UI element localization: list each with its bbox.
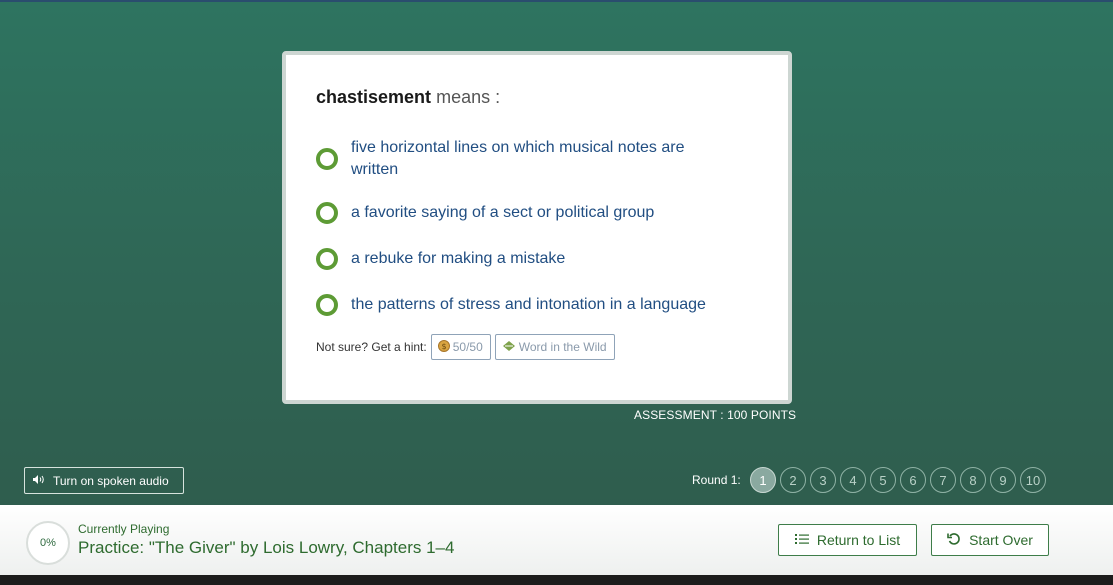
- answer-choice-label: a favorite saying of a sect or political…: [351, 204, 655, 221]
- answer-choice-4[interactable]: the patterns of stress and intonation in…: [316, 294, 736, 316]
- question-means: means :: [436, 87, 501, 107]
- word-in-the-wild-hint-button[interactable]: Word in the Wild: [494, 334, 615, 360]
- answer-choice-2[interactable]: a favorite saying of a sect or political…: [316, 202, 736, 224]
- fifty-fifty-hint-button[interactable]: $ 50/50: [430, 334, 491, 360]
- round-3-button[interactable]: 3: [810, 467, 836, 493]
- fifty-fifty-label: 50/50: [452, 340, 483, 354]
- start-over-label: Start Over: [969, 532, 1033, 548]
- radio-icon[interactable]: [316, 202, 338, 224]
- radio-icon[interactable]: [316, 248, 338, 270]
- speaker-icon: [32, 474, 45, 488]
- round-9-button[interactable]: 9: [990, 467, 1016, 493]
- word-in-the-wild-label: Word in the Wild: [518, 340, 607, 354]
- answer-choice-label: the patterns of stress and intonation in…: [351, 296, 706, 313]
- answer-choice-3[interactable]: a rebuke for making a mistake: [316, 248, 736, 270]
- round-10-button[interactable]: 10: [1020, 467, 1046, 493]
- round-1-button[interactable]: 1: [750, 467, 776, 493]
- restart-icon: [947, 532, 961, 549]
- round-7-button[interactable]: 7: [930, 467, 956, 493]
- round-2-button[interactable]: 2: [780, 467, 806, 493]
- top-border: [0, 0, 1113, 2]
- return-to-list-button[interactable]: Return to List: [778, 524, 917, 556]
- assessment-points: ASSESSMENT : 100 POINTS: [634, 408, 797, 422]
- radio-icon[interactable]: [316, 294, 338, 316]
- svg-text:$: $: [441, 342, 446, 351]
- list-icon: [794, 532, 809, 548]
- hint-row: Not sure? Get a hint: $ 50/50 Word in th…: [316, 334, 615, 360]
- round-selector: 1 2 3 4 5 6 7 8 9 10: [750, 467, 1050, 493]
- hint-prompt: Not sure? Get a hint:: [316, 340, 427, 354]
- spoken-audio-label: Turn on spoken audio: [53, 473, 169, 488]
- progress-ring: 0%: [26, 521, 70, 565]
- progress-percent: 0%: [40, 537, 56, 549]
- coin-icon: $: [437, 339, 450, 355]
- spoken-audio-button[interactable]: Turn on spoken audio: [24, 467, 184, 494]
- currently-playing-label: Currently Playing: [78, 522, 170, 536]
- return-to-list-label: Return to List: [816, 532, 901, 548]
- round-8-button[interactable]: 8: [960, 467, 986, 493]
- round-6-button[interactable]: 6: [900, 467, 926, 493]
- question-card: chastisement means : five horizontal lin…: [282, 51, 792, 404]
- round-4-button[interactable]: 4: [840, 467, 866, 493]
- question-word: chastisement: [316, 87, 432, 107]
- answer-choice-label: a rebuke for making a mistake: [351, 250, 566, 267]
- round-label: Round 1:: [692, 473, 741, 487]
- bottom-bar: 0% Currently Playing Practice: "The Give…: [0, 505, 1113, 575]
- answer-choice-label: five horizontal lines on which musical n…: [351, 139, 685, 178]
- start-over-button[interactable]: Start Over: [931, 524, 1049, 556]
- radio-icon[interactable]: [316, 148, 338, 170]
- leaf-icon: [502, 340, 516, 355]
- footer-strip: [0, 575, 1113, 585]
- round-5-button[interactable]: 5: [870, 467, 896, 493]
- answer-choice-1[interactable]: five horizontal lines on which musical n…: [316, 137, 736, 181]
- question-prompt: chastisement means :: [316, 87, 500, 108]
- activity-title: Practice: "The Giver" by Lois Lowry, Cha…: [78, 538, 455, 557]
